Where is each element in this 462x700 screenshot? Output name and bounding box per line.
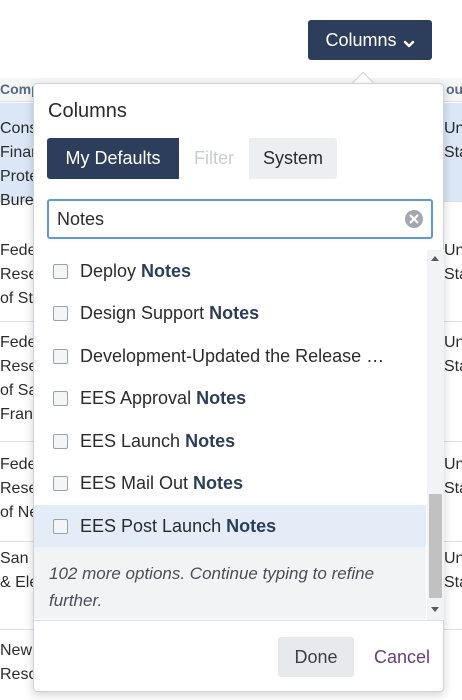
option-label: EES Approval Notes [80, 387, 247, 408]
column-set-tabs: My Defaults Filter System [47, 138, 337, 179]
column-option[interactable]: EES Approval Notes [34, 377, 426, 419]
option-label: EES Post Launch Notes [80, 515, 277, 536]
columns-button[interactable]: Columns [308, 20, 432, 60]
cell-text: Stat [444, 358, 462, 375]
cell-text: Unit [444, 456, 462, 473]
option-label: Design Support Notes [80, 302, 260, 323]
cell-text: Unit [444, 334, 462, 351]
option-label: Deploy Notes [80, 260, 192, 281]
cell-text: Unit [444, 242, 462, 259]
column-header-country[interactable]: ou [446, 81, 462, 97]
tab-filter: Filter [179, 138, 249, 179]
cell-text: Stat [444, 266, 462, 283]
cell-text: Unit [444, 120, 462, 137]
column-option[interactable]: EES Post Launch Notes [34, 505, 426, 547]
clear-icon[interactable] [404, 209, 424, 229]
cell-text: Unit [444, 550, 462, 567]
cell-text: Stat [444, 574, 462, 591]
more-options-text: 102 more options. Continue typing to ref… [49, 564, 375, 610]
option-label: Development-Updated the Release … [80, 345, 385, 366]
popover-title: Columns [48, 100, 127, 122]
option-label: EES Launch Notes [80, 430, 236, 451]
columns-popover: Columns My Defaults Filter System Deploy… [33, 83, 444, 692]
checkbox[interactable] [53, 433, 68, 449]
column-option[interactable]: Design Support Notes [34, 292, 426, 334]
checkbox[interactable] [53, 263, 68, 279]
columns-button-label: Columns [325, 29, 397, 50]
cancel-link[interactable]: Cancel [374, 647, 430, 668]
column-option[interactable]: Deploy Notes [34, 250, 426, 292]
option-label: EES Mail Out Notes [80, 472, 244, 493]
cell-text: New [0, 642, 33, 659]
column-search-input[interactable] [49, 201, 399, 237]
checkbox[interactable] [53, 518, 68, 534]
checkbox[interactable] [53, 348, 68, 364]
checkbox[interactable] [53, 305, 68, 321]
cell-text: Stat [444, 144, 462, 161]
more-options-hint: 102 more options. Continue typing to ref… [34, 547, 426, 619]
tab-my-defaults[interactable]: My Defaults [47, 138, 179, 179]
scroll-down-icon[interactable] [431, 607, 439, 612]
column-search [47, 199, 433, 239]
column-option[interactable]: Development-Updated the Release … [34, 335, 426, 377]
tab-system[interactable]: System [249, 138, 337, 179]
column-option[interactable]: EES Launch Notes [34, 420, 426, 462]
checkbox[interactable] [53, 475, 68, 491]
cell-text: of Sa [0, 382, 38, 399]
checkbox[interactable] [53, 390, 68, 406]
chevron-down-icon [403, 34, 415, 48]
cell-text: Stat [444, 480, 462, 497]
done-button[interactable]: Done [278, 637, 354, 677]
footer-divider [34, 620, 443, 621]
cell-text: Cons [0, 120, 38, 137]
scroll-up-icon[interactable] [431, 256, 439, 261]
column-option[interactable]: EES Mail Out Notes [34, 462, 426, 504]
list-scrollbar[interactable] [427, 250, 444, 620]
scroll-thumb[interactable] [429, 494, 442, 598]
cell-text: of St. [0, 290, 38, 307]
